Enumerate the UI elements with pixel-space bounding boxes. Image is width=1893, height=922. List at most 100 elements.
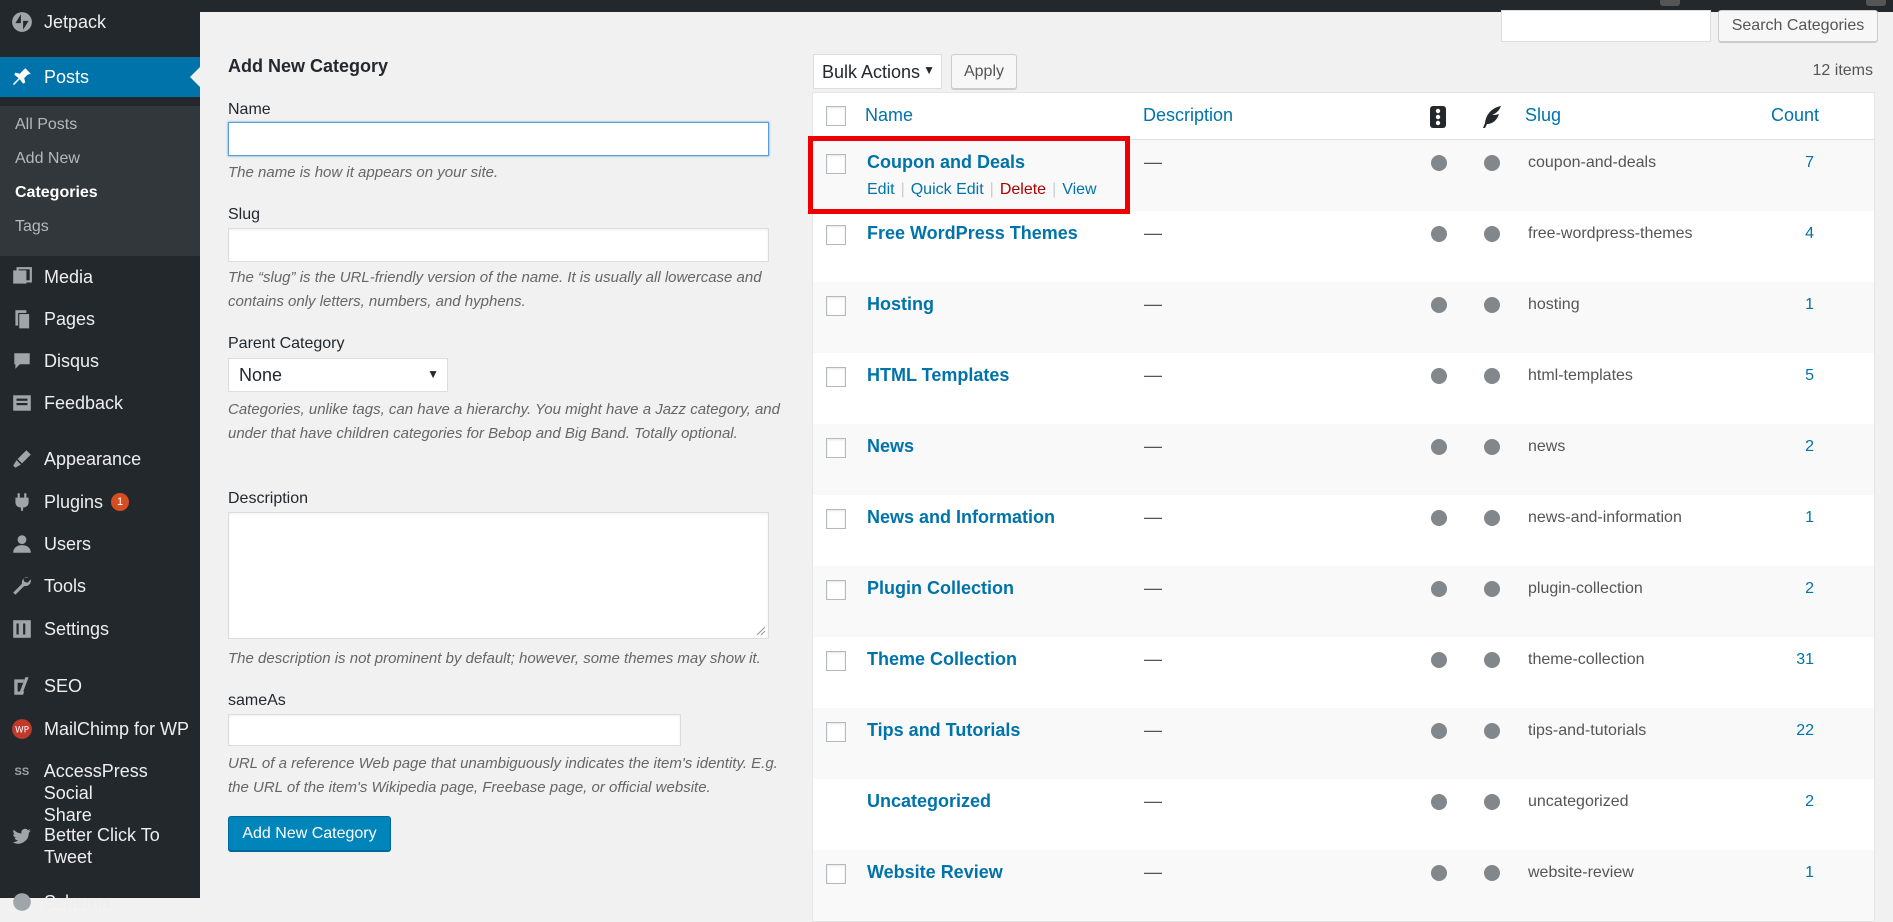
category-slug: uncategorized xyxy=(1528,793,1629,810)
seo-score-dot xyxy=(1431,439,1447,455)
menu-item-seo[interactable]: SEO xyxy=(0,666,200,706)
resize-handle-icon[interactable] xyxy=(756,626,766,636)
bulk-actions-select[interactable]: Bulk Actions ▼ xyxy=(813,54,942,89)
row-checkbox[interactable] xyxy=(826,296,846,316)
menu-label: Media xyxy=(44,266,94,287)
slug-label: Slug xyxy=(228,206,261,223)
category-count-link[interactable]: 31 xyxy=(1796,651,1814,669)
category-description: — xyxy=(1144,152,1162,172)
menu-item-pages[interactable]: Pages xyxy=(0,299,200,339)
readability-dot xyxy=(1484,155,1500,171)
column-name[interactable]: Name xyxy=(865,105,913,126)
row-checkbox[interactable] xyxy=(826,864,846,884)
category-slug: coupon-and-deals xyxy=(1528,154,1657,171)
parent-category-label: Parent Category xyxy=(228,335,345,352)
name-help-text: The name is how it appears on your site. xyxy=(228,164,499,181)
menu-item-media[interactable]: Media xyxy=(0,257,200,297)
toolbar-icon[interactable] xyxy=(1660,0,1680,6)
category-slug: free-wordpress-themes xyxy=(1528,225,1693,242)
submenu-all-posts[interactable]: All Posts xyxy=(15,116,77,134)
category-name-link[interactable]: Tips and Tutorials xyxy=(867,720,1020,741)
menu-item-tools[interactable]: Tools xyxy=(0,566,200,606)
category-name-link[interactable]: News and Information xyxy=(867,507,1055,528)
form-title: Add New Category xyxy=(228,56,389,76)
row-checkbox[interactable] xyxy=(826,722,846,742)
row-checkbox[interactable] xyxy=(826,438,846,458)
add-new-category-button[interactable]: Add New Category xyxy=(228,816,391,851)
seo-score-dot xyxy=(1431,155,1447,171)
toolbar-icon[interactable] xyxy=(1866,0,1886,6)
category-count-link[interactable]: 4 xyxy=(1805,225,1814,243)
menu-item-better-click-to-tweet[interactable]: Better Click To Tweet xyxy=(0,824,200,872)
menu-item-plugins[interactable]: Plugins 1 xyxy=(0,482,200,522)
category-count-link[interactable]: 2 xyxy=(1805,793,1814,811)
menu-item-users[interactable]: Users xyxy=(0,524,200,564)
search-categories-button[interactable]: Search Categories xyxy=(1718,10,1878,42)
row-checkbox[interactable] xyxy=(826,509,846,529)
category-name-link[interactable]: Uncategorized xyxy=(867,791,991,812)
column-description[interactable]: Description xyxy=(1143,105,1233,126)
category-count-link[interactable]: 2 xyxy=(1805,580,1814,598)
users-icon xyxy=(10,532,34,556)
menu-label: Jetpack xyxy=(44,11,107,32)
category-name-link[interactable]: Theme Collection xyxy=(867,649,1017,670)
update-count-badge: 1 xyxy=(111,493,130,511)
menu-item-posts[interactable]: Posts xyxy=(0,57,200,97)
schema-icon xyxy=(10,890,34,914)
category-name-link[interactable]: Hosting xyxy=(867,294,934,315)
menu-item-appearance[interactable]: Appearance xyxy=(0,439,200,479)
category-count-link[interactable]: 1 xyxy=(1805,509,1814,527)
submenu-categories[interactable]: Categories xyxy=(15,184,98,202)
sameas-help-text: URL of a reference Web page that unambig… xyxy=(228,755,778,796)
column-count[interactable]: Count xyxy=(1771,105,1819,126)
column-slug[interactable]: Slug xyxy=(1525,105,1561,126)
category-count-link[interactable]: 2 xyxy=(1805,438,1814,456)
category-count-link[interactable]: 22 xyxy=(1796,722,1814,740)
row-checkbox[interactable] xyxy=(826,225,846,245)
search-categories-input[interactable] xyxy=(1501,10,1711,42)
category-name-link[interactable]: HTML Templates xyxy=(867,365,1009,386)
row-checkbox[interactable] xyxy=(826,580,846,600)
category-count-link[interactable]: 7 xyxy=(1805,154,1814,172)
menu-item-disqus[interactable]: Disqus xyxy=(0,341,200,381)
category-description: — xyxy=(1144,649,1162,669)
submenu-tags[interactable]: Tags xyxy=(15,218,49,236)
menu-label: Users xyxy=(44,533,92,554)
comment-icon xyxy=(10,349,34,373)
admin-sidebar: Jetpack Posts All Posts Add New Categori… xyxy=(0,0,200,912)
sameas-input[interactable] xyxy=(228,714,681,746)
category-count-link[interactable]: 1 xyxy=(1805,296,1814,314)
menu-label: Tools xyxy=(44,575,87,596)
seo-score-dot xyxy=(1431,226,1447,242)
slug-input[interactable] xyxy=(228,228,769,262)
menu-item-mailchimp[interactable]: WP MailChimp for WP xyxy=(0,709,200,749)
row-checkbox[interactable] xyxy=(826,367,846,387)
submenu-add-new[interactable]: Add New xyxy=(15,150,80,168)
description-textarea[interactable] xyxy=(228,512,769,639)
category-count-link[interactable]: 5 xyxy=(1805,367,1814,385)
menu-item-feedback[interactable]: Feedback xyxy=(0,383,200,423)
menu-item-settings[interactable]: Settings xyxy=(0,609,200,649)
parent-category-select[interactable]: None ▼ xyxy=(228,358,448,392)
svg-text:WP: WP xyxy=(15,725,29,735)
category-slug: hosting xyxy=(1528,296,1580,313)
pages-icon xyxy=(10,307,34,331)
settings-icon xyxy=(10,617,34,641)
twitter-icon xyxy=(10,824,34,848)
select-all-checkbox[interactable] xyxy=(826,106,846,126)
category-description: — xyxy=(1144,365,1162,385)
category-description: — xyxy=(1144,862,1162,882)
category-name-link[interactable]: News xyxy=(867,436,914,457)
category-name-link[interactable]: Plugin Collection xyxy=(867,578,1014,599)
category-count-link[interactable]: 1 xyxy=(1805,864,1814,882)
table-row: HTML Templates — html-templates 5 xyxy=(813,353,1874,424)
name-input[interactable] xyxy=(228,122,769,156)
category-name-link[interactable]: Free WordPress Themes xyxy=(867,223,1078,244)
readability-dot xyxy=(1484,368,1500,384)
row-checkbox[interactable] xyxy=(826,651,846,671)
menu-item-accesspress-social-share[interactable]: SS AccessPress Social Share xyxy=(0,760,200,825)
category-name-link[interactable]: Website Review xyxy=(867,862,1003,883)
table-row: Theme Collection — theme-collection 31 xyxy=(813,637,1874,708)
menu-item-schema[interactable]: Schema xyxy=(0,882,200,922)
apply-button[interactable]: Apply xyxy=(951,54,1017,89)
